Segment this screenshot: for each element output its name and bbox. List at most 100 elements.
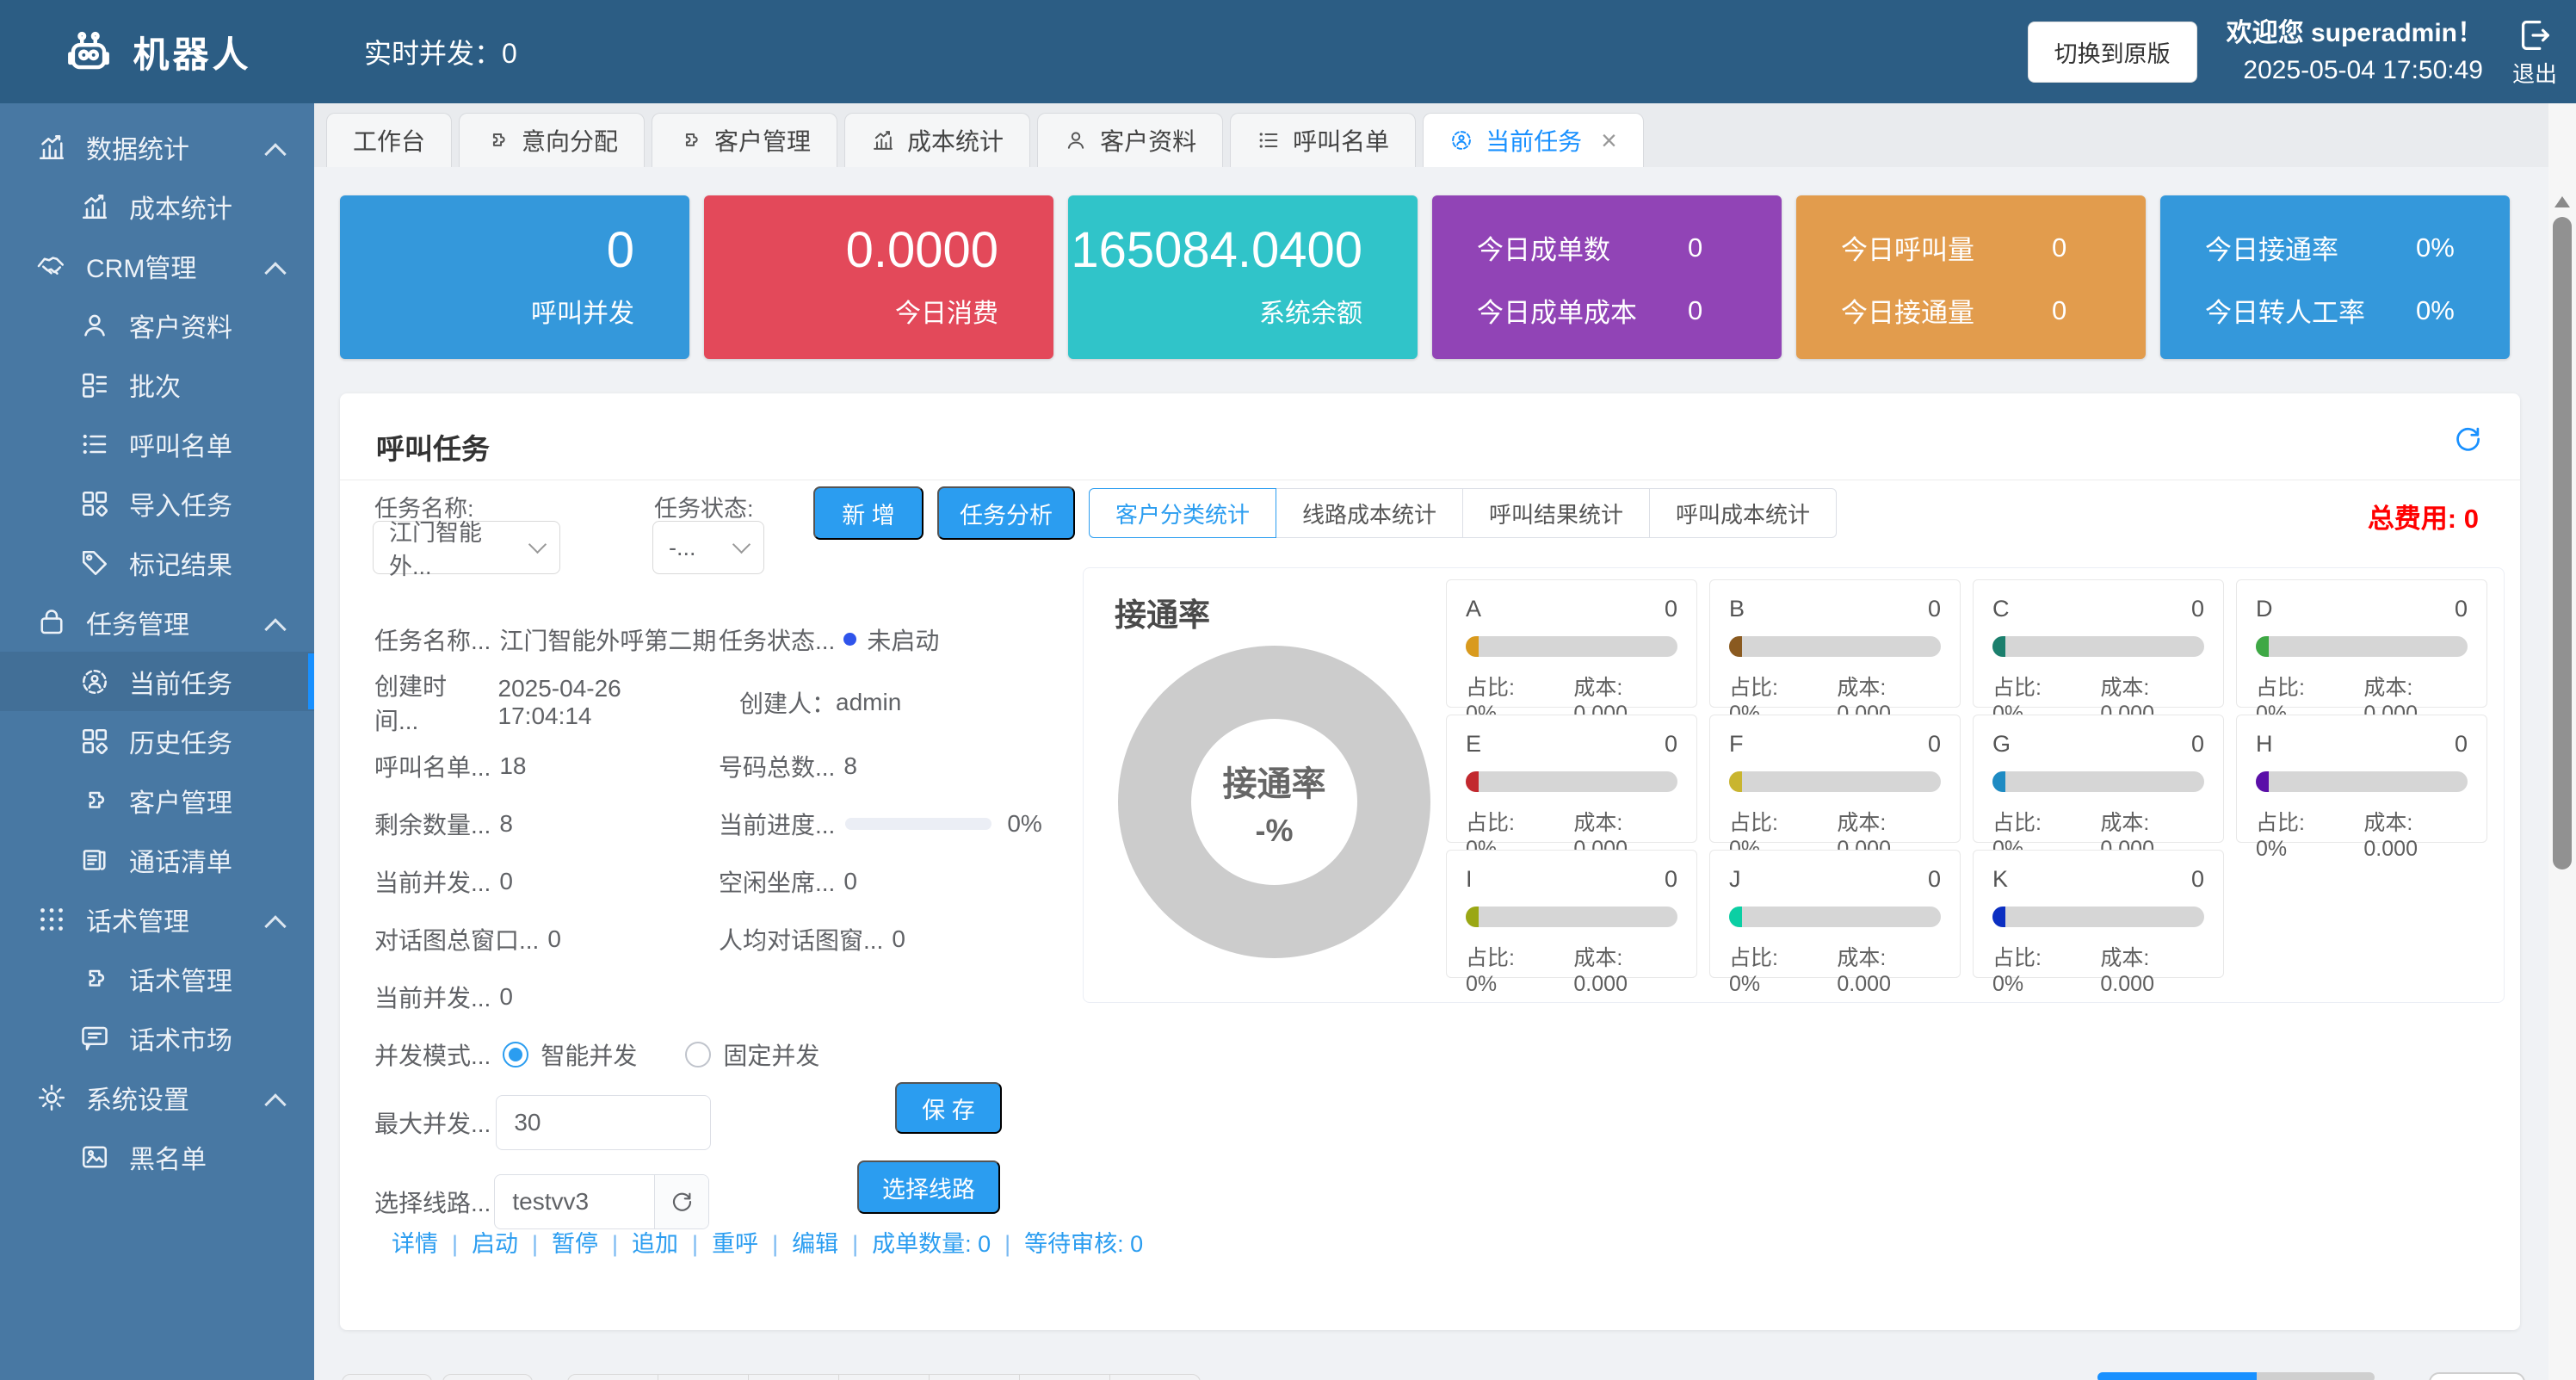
save-button[interactable]: 保 存 xyxy=(895,1082,1002,1134)
link-edit[interactable]: 编辑 xyxy=(758,1231,838,1257)
pagination-cell[interactable] xyxy=(658,1374,749,1380)
switch-version-button[interactable]: 切换到原版 xyxy=(2028,22,2197,83)
line-refresh-button[interactable] xyxy=(654,1175,708,1228)
sidebar-group-data-stats[interactable]: 数据统计 xyxy=(0,117,314,176)
pagination-cell[interactable] xyxy=(929,1374,1020,1380)
pagination-cell[interactable] xyxy=(567,1374,658,1380)
stat-cards-row: 0 呼叫并发 0.0000 今日消费 165084.0400 系统余额 今日成单… xyxy=(340,195,2510,359)
card-row-value: 0 xyxy=(1688,232,1702,263)
bottom-button[interactable] xyxy=(442,1374,533,1380)
link-append[interactable]: 追加 xyxy=(598,1231,678,1257)
chevron-up-icon xyxy=(264,618,286,640)
radio-unselected-icon[interactable] xyxy=(685,1042,711,1067)
tab-line-cost-stats[interactable]: 线路成本统计 xyxy=(1276,488,1463,538)
bottom-button[interactable] xyxy=(342,1374,432,1380)
sidebar-group-task-mgmt[interactable]: 任务管理 xyxy=(0,592,314,652)
pagination-cell[interactable] xyxy=(748,1374,839,1380)
sidebar-item-call-records[interactable]: 通话清单 xyxy=(0,830,314,889)
category-ratio: 占比: 0% xyxy=(1992,941,2074,997)
tab-label: 客户资料 xyxy=(1100,123,1196,158)
stat-tab-group: 客户分类统计 线路成本统计 呼叫结果统计 呼叫成本统计 xyxy=(1089,488,1837,538)
sidebar-item-label: 当前任务 xyxy=(129,663,232,701)
bottom-outline-button[interactable] xyxy=(2429,1372,2525,1380)
info-label: 人均对话图窗... xyxy=(719,922,883,956)
scrollbar-up-arrow[interactable] xyxy=(2554,196,2570,207)
sidebar-item-cost-stats[interactable]: 成本统计 xyxy=(0,176,314,236)
handshake-icon xyxy=(36,251,67,282)
sidebar-item-label: 成本统计 xyxy=(129,188,232,226)
sidebar-group-label: CRM管理 xyxy=(86,247,196,285)
refresh-icon[interactable] xyxy=(2451,423,2484,455)
bag-icon xyxy=(36,607,67,638)
tab-intent-allocation[interactable]: 意向分配 xyxy=(459,113,645,167)
tab-call-list[interactable]: 呼叫名单 xyxy=(1230,113,1416,167)
app-title: 机器人 xyxy=(133,26,251,78)
tab-call-result-stats[interactable]: 呼叫结果统计 xyxy=(1462,488,1650,538)
card-row-value: 0 xyxy=(2052,232,2066,263)
card-today-consumption: 0.0000 今日消费 xyxy=(704,195,1053,359)
sidebar-item-customer-info[interactable]: 客户资料 xyxy=(0,295,314,355)
radio-fixed-concurrency[interactable]: 固定并发 xyxy=(685,1037,819,1072)
link-start[interactable]: 启动 xyxy=(438,1231,518,1257)
link-recall[interactable]: 重呼 xyxy=(678,1231,758,1257)
sidebar-item-history-task[interactable]: 历史任务 xyxy=(0,711,314,770)
task-status-select[interactable]: -... xyxy=(652,521,764,574)
radio-selected-icon[interactable] xyxy=(503,1042,528,1067)
sidebar-item-batch[interactable]: 批次 xyxy=(0,355,314,414)
sidebar-item-call-list[interactable]: 呼叫名单 xyxy=(0,414,314,473)
connect-rate-donut: 接通率 -% xyxy=(1118,646,1430,958)
scrollbar-thumb[interactable] xyxy=(2553,217,2572,869)
logout-button[interactable]: 退出 xyxy=(2512,15,2557,89)
sidebar-group-settings[interactable]: 系统设置 xyxy=(0,1067,314,1127)
tab-cost-stats[interactable]: 成本统计 xyxy=(844,113,1030,167)
close-icon[interactable]: × xyxy=(1601,127,1617,154)
pagination-cell[interactable] xyxy=(1109,1374,1201,1380)
tab-workbench[interactable]: 工作台 xyxy=(326,113,452,167)
select-line-button[interactable]: 选择线路 xyxy=(857,1160,1000,1214)
concurrency-mode-row: 并发模式... 智能并发 固定并发 xyxy=(374,1025,1072,1083)
add-button[interactable]: 新 增 xyxy=(813,486,924,540)
tab-call-cost-stats[interactable]: 呼叫成本统计 xyxy=(1649,488,1837,538)
sidebar-item-import-task[interactable]: 导入任务 xyxy=(0,473,314,533)
max-concurrency-input[interactable] xyxy=(496,1095,711,1150)
link-pending-review[interactable]: 等待审核: 0 xyxy=(991,1231,1143,1257)
tab-customer-category-stats[interactable]: 客户分类统计 xyxy=(1089,488,1276,538)
realtime-concurrency: 实时并发：0 xyxy=(364,32,517,71)
sidebar-item-script-market[interactable]: 话术市场 xyxy=(0,1008,314,1067)
chevron-up-icon xyxy=(264,262,286,283)
pagination-cell[interactable] xyxy=(838,1374,930,1380)
sidebar-item-customer-mgmt[interactable]: 客户管理 xyxy=(0,770,314,830)
bottom-slider[interactable] xyxy=(2097,1372,2375,1380)
tab-current-task[interactable]: 当前任务 × xyxy=(1423,113,1644,167)
task-name-select[interactable]: 江门智能外... xyxy=(373,521,560,574)
pagination-cell[interactable] xyxy=(1019,1374,1110,1380)
category-card-b: B0 占比: 0%成本: 0.000 xyxy=(1709,579,1961,708)
info-value: 2025-04-26 17:04:14 xyxy=(498,675,719,730)
link-order-count[interactable]: 成单数量: 0 xyxy=(838,1231,991,1257)
chevron-down-icon xyxy=(528,535,547,553)
chevron-up-icon xyxy=(264,915,286,937)
sidebar-item-label: 话术市场 xyxy=(129,1019,232,1057)
sidebar-group-crm[interactable]: CRM管理 xyxy=(0,236,314,295)
donut-center-title: 接通率 xyxy=(1223,756,1326,806)
app-header: 机器人 实时并发：0 切换到原版 欢迎您 superadmin！ 2025-05… xyxy=(0,0,2576,103)
card-today-rates: 今日接通率0% 今日转人工率0% xyxy=(2160,195,2510,359)
tab-customer-info[interactable]: 客户资料 xyxy=(1037,113,1223,167)
tab-customer-mgmt[interactable]: 客户管理 xyxy=(652,113,837,167)
tab-label: 工作台 xyxy=(353,123,425,158)
category-card-a: A0 占比: 0%成本: 0.000 xyxy=(1446,579,1697,708)
link-details[interactable]: 详情 xyxy=(392,1231,438,1257)
category-letter: C xyxy=(1992,596,2010,622)
sidebar-item-current-task[interactable]: 当前任务 xyxy=(0,652,314,711)
task-analysis-button[interactable]: 任务分析 xyxy=(937,486,1075,540)
card-call-concurrency: 0 呼叫并发 xyxy=(340,195,689,359)
category-letter: F xyxy=(1729,731,1744,758)
sidebar-item-blacklist[interactable]: 黑名单 xyxy=(0,1127,314,1186)
tab-label: 当前任务 xyxy=(1486,123,1582,158)
sidebar-group-script-mgmt[interactable]: 话术管理 xyxy=(0,889,314,949)
sidebar-item-script-mgmt[interactable]: 话术管理 xyxy=(0,949,314,1008)
radio-smart-concurrency[interactable]: 智能并发 xyxy=(503,1037,637,1072)
donut-center: 接通率 -% xyxy=(1191,719,1357,885)
sidebar-item-tag-result[interactable]: 标记结果 xyxy=(0,533,314,592)
link-pause[interactable]: 暂停 xyxy=(518,1231,598,1257)
